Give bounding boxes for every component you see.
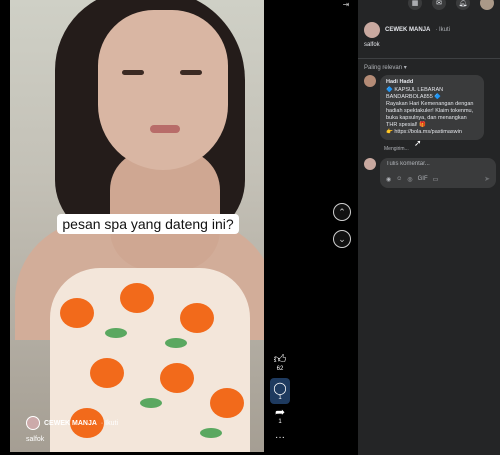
divider — [358, 58, 500, 59]
avatar-sticker-icon[interactable]: ◉ — [386, 176, 391, 183]
comment-item: Hadi Hadd 🔷 KAPSUL LEBARAN BANDARBOLA855… — [364, 75, 484, 140]
like-button[interactable]: 👍︎ 62 — [268, 351, 292, 373]
video-description: salfok — [26, 436, 45, 443]
close-icon[interactable]: ⇥ — [340, 0, 352, 9]
emoji-icon[interactable]: ☺ — [396, 176, 402, 183]
thumbs-up-icon: 👍︎ — [273, 351, 287, 366]
mouse-cursor-icon: ➚ — [414, 138, 422, 148]
comment-line: buka kapsulnya, dan menangkan — [386, 115, 467, 121]
reels-viewer: pesan spa yang dateng ini? CEWEK MANJA ·… — [0, 0, 500, 455]
post-author-name[interactable]: CEWEK MANJA — [385, 27, 430, 33]
video-player[interactable]: pesan spa yang dateng ini? CEWEK MANJA ·… — [10, 0, 264, 452]
video-author[interactable]: CEWEK MANJA · Ikuti — [26, 416, 118, 430]
comment-line: Rayakan Hari Kemenangan dengan — [386, 101, 474, 107]
comment-button[interactable]: ◯ 1 — [268, 378, 292, 404]
comment-status: Mengirim... — [384, 146, 409, 152]
comment-composer: ◉ ☺ ◎ GIF ▭ ➤ — [364, 158, 496, 188]
video-caption: pesan spa yang dateng ini? — [28, 214, 264, 234]
reel-navigation: ⌃ ⌄ — [333, 203, 351, 257]
comment-author[interactable]: Hadi Hadd — [386, 79, 478, 85]
video-figure-eye — [180, 70, 202, 75]
comment-bubble: Hadi Hadd 🔷 KAPSUL LEBARAN BANDARBOLA855… — [380, 75, 484, 140]
share-button[interactable]: ➦ 1 — [268, 405, 292, 425]
comments-panel: ▦ ✉ 🔔︎ CEWEK MANJA · Ikuti salfok Paling… — [358, 0, 500, 455]
comment-count: 1 — [278, 395, 282, 401]
comment-box[interactable]: ◉ ☺ ◎ GIF ▭ ➤ — [380, 158, 496, 188]
sticker-icon[interactable]: ▭ — [433, 176, 439, 183]
comment-line: BANDARBOLA855 🔷 — [386, 94, 442, 100]
follow-link[interactable]: · Ikuti — [101, 420, 118, 427]
avatar[interactable] — [364, 75, 376, 87]
comment-input[interactable] — [386, 161, 486, 167]
follow-link[interactable]: · Ikuti — [435, 27, 450, 33]
chevron-up-icon: ⌃ — [338, 206, 346, 217]
gif-icon[interactable]: GIF — [418, 176, 428, 183]
video-figure-lips — [150, 125, 180, 133]
comment-link[interactable]: 👉 https://bola.ms/pastimaswin — [386, 129, 478, 136]
notifications-bell-icon[interactable]: 🔔︎ — [456, 0, 470, 10]
left-band — [0, 0, 10, 455]
menu-grid-icon[interactable]: ▦ — [408, 0, 422, 10]
avatar — [364, 158, 376, 170]
share-arrow-icon: ➦ — [274, 405, 286, 419]
next-reel-button[interactable]: ⌄ — [333, 230, 351, 248]
top-bar: ▦ ✉ 🔔︎ — [358, 0, 500, 12]
chevron-down-icon: ⌄ — [338, 233, 346, 244]
comment-bubble-icon: ◯ — [273, 381, 287, 395]
messenger-icon[interactable]: ✉ — [432, 0, 446, 10]
send-icon[interactable]: ➤ — [484, 175, 490, 183]
share-count: 1 — [278, 419, 282, 425]
camera-icon[interactable]: ◎ — [407, 176, 412, 183]
post-header: CEWEK MANJA · Ikuti — [364, 22, 450, 38]
action-rail: 👍︎ 62 ◯ 1 ➦ 1 ··· — [264, 0, 296, 455]
post-text: salfok — [364, 42, 380, 48]
more-options-button[interactable]: ··· — [268, 432, 292, 443]
comment-line: THR spesial! 🎁 — [386, 122, 426, 128]
video-author-name[interactable]: CEWEK MANJA — [44, 420, 97, 427]
video-figure-eye — [122, 70, 144, 75]
sort-dropdown[interactable]: Paling relevan ▾ — [364, 64, 407, 71]
video-figure-face — [98, 10, 228, 170]
avatar[interactable] — [364, 22, 380, 38]
avatar[interactable] — [26, 416, 40, 430]
previous-reel-button[interactable]: ⌃ — [333, 203, 351, 221]
comment-line: 🔷 KAPSUL LEBARAN — [386, 87, 444, 93]
composer-tools: ◉ ☺ ◎ GIF ▭ — [386, 176, 438, 183]
comment-line: hadiah spektakuler! Klaim tokenmu, — [386, 108, 474, 114]
account-avatar[interactable] — [480, 0, 494, 10]
like-count: 62 — [276, 366, 284, 372]
